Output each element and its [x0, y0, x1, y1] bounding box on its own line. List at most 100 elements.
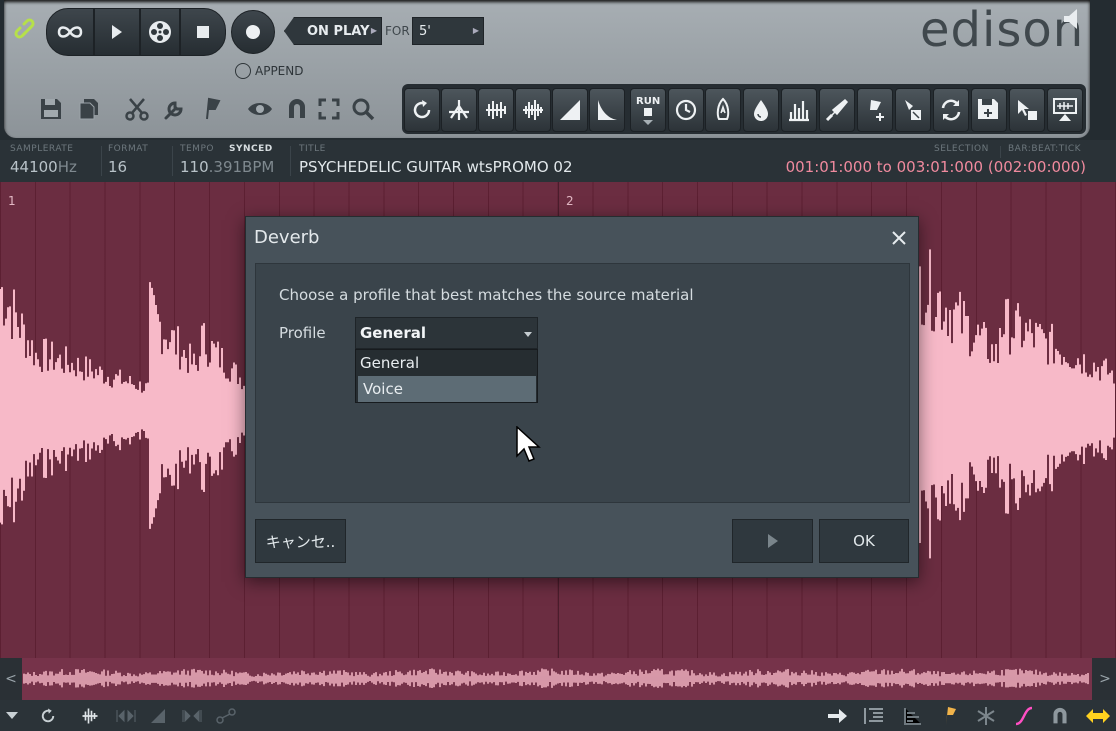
tuning-icon[interactable]	[705, 88, 741, 132]
dialog-title: Deverb	[254, 227, 320, 248]
edison-window: ON PLAY ▶ FOR 5' ▶ APPEND edison RUN SAM…	[0, 0, 1116, 731]
scissors-icon[interactable]	[122, 94, 152, 124]
toolbar: ON PLAY ▶ FOR 5' ▶ APPEND edison RUN	[0, 0, 1116, 140]
scroll-left-icon[interactable]: <	[0, 658, 22, 700]
zoom-selection-icon[interactable]	[180, 705, 204, 727]
bottom-bar	[0, 700, 1116, 731]
arrow-right-icon[interactable]	[826, 705, 850, 727]
list-indent-icon[interactable]	[862, 705, 886, 727]
save-add-icon[interactable]	[971, 88, 1007, 132]
zoom-icon[interactable]	[348, 94, 378, 124]
reverse-tool-icon[interactable]	[404, 88, 440, 132]
samplerate-value[interactable]: 44100Hz	[10, 158, 77, 176]
profile-label: Profile	[279, 324, 326, 342]
profile-dropdown[interactable]: General	[355, 317, 538, 349]
save-icon[interactable]	[36, 94, 66, 124]
magnet-icon[interactable]	[282, 94, 312, 124]
zoom-fit-icon[interactable]	[114, 705, 138, 727]
info-bar: SAMPLERATE 44100Hz FORMAT 16 TEMPO SYNCE…	[0, 140, 1116, 315]
resize-horizontal-icon[interactable]	[1086, 705, 1110, 727]
record-length-value: 5'	[419, 23, 431, 39]
wave-mode-icon[interactable]	[78, 705, 102, 727]
cancel-button[interactable]: キャンセ..	[255, 519, 346, 563]
link-off-icon[interactable]	[214, 705, 238, 727]
chevron-down-icon	[524, 332, 532, 337]
deverb-dialog: Deverb Choose a profile that best matche…	[245, 216, 919, 578]
preview-play-button[interactable]	[732, 519, 813, 563]
divider	[290, 146, 291, 176]
profile-option-voice[interactable]: Voice	[358, 376, 536, 402]
ramp-icon[interactable]	[146, 705, 170, 727]
tempo-value[interactable]: 110.391BPM	[180, 158, 274, 176]
chevron-right-icon: ▶	[370, 26, 377, 35]
append-label: APPEND	[255, 64, 304, 78]
divider	[1000, 146, 1001, 158]
format-value[interactable]: 16	[108, 158, 127, 176]
selection-range[interactable]: 001:01:000 to 003:01:000 (002:00:000)	[786, 158, 1086, 176]
samplerate-unit: Hz	[57, 158, 77, 176]
profile-selected-value: General	[360, 324, 426, 342]
refresh-icon[interactable]	[933, 88, 969, 132]
symmetrize-tool-icon[interactable]	[441, 88, 477, 132]
overview-wave-path	[23, 668, 1089, 688]
align-icon[interactable]	[900, 705, 924, 727]
menu-down-icon[interactable]	[0, 705, 24, 727]
record-trigger-value: ON PLAY	[307, 23, 370, 39]
stop-button[interactable]	[180, 8, 226, 56]
time-stretch-icon[interactable]	[668, 88, 704, 132]
title-value[interactable]: PSYCHEDELIC GUITAR wtsPROMO 02	[299, 158, 573, 176]
film-reel-icon[interactable]	[140, 8, 180, 56]
send-to-channel-icon[interactable]	[1047, 88, 1083, 132]
marker-tool-icon[interactable]	[895, 88, 931, 132]
svg-text:RUN: RUN	[636, 96, 660, 107]
equalize-icon[interactable]	[781, 88, 817, 132]
run-script-icon[interactable]: RUN	[630, 88, 666, 132]
tempo-synced-badge: SYNCED	[229, 144, 273, 154]
divider	[101, 146, 102, 176]
eye-icon[interactable]	[245, 94, 275, 124]
overview-scrollbar[interactable]: < >	[0, 658, 1116, 700]
link-icon[interactable]	[14, 18, 40, 48]
record-trigger-select[interactable]: ON PLAY ▶	[284, 17, 382, 45]
bar-beat-tick-label: BAR:BEAT:TICK	[1008, 144, 1082, 154]
tempo-frac: .391BPM	[208, 158, 275, 176]
divider	[172, 146, 173, 176]
dialog-body: Choose a profile that best matches the s…	[255, 263, 910, 503]
close-icon[interactable]	[890, 229, 908, 247]
fade-out-tool-icon[interactable]	[589, 88, 625, 132]
for-label: FOR	[385, 24, 410, 38]
marker-flag-icon[interactable]	[196, 94, 226, 124]
curve-icon[interactable]	[1012, 705, 1036, 727]
overview-waveform[interactable]	[22, 658, 1092, 700]
add-marker-icon[interactable]	[857, 88, 893, 132]
amplify-tool-icon[interactable]	[515, 88, 551, 132]
append-radio[interactable]	[235, 63, 251, 79]
speaker-icon[interactable]	[1064, 8, 1080, 34]
drag-copy-icon[interactable]	[1009, 88, 1045, 132]
marker-flag-icon[interactable]	[938, 705, 962, 727]
chevron-right-icon: ▶	[472, 26, 479, 35]
profile-options-list: General Voice	[355, 349, 538, 403]
loop-button[interactable]	[46, 8, 94, 56]
fade-in-tool-icon[interactable]	[552, 88, 588, 132]
brush-icon[interactable]	[819, 88, 855, 132]
tempo-int: 110	[180, 158, 209, 176]
copy-icon[interactable]	[74, 94, 104, 124]
title-label: TITLE	[299, 144, 326, 154]
play-icon	[767, 534, 778, 548]
samplerate-label: SAMPLERATE	[10, 144, 74, 154]
magnet-icon[interactable]	[1048, 705, 1072, 727]
record-length-select[interactable]: 5' ▶	[412, 17, 484, 45]
profile-option-general[interactable]: General	[356, 350, 537, 376]
wrench-icon[interactable]	[160, 94, 190, 124]
denoise-drop-icon[interactable]	[743, 88, 779, 132]
select-region-icon[interactable]	[314, 94, 344, 124]
normalize-tool-icon[interactable]	[478, 88, 514, 132]
loop-refresh-icon[interactable]	[36, 705, 60, 727]
mouse-cursor-icon	[516, 425, 542, 468]
ok-button[interactable]: OK	[819, 519, 909, 563]
freeze-icon[interactable]	[974, 705, 998, 727]
scroll-right-icon[interactable]: >	[1094, 658, 1116, 700]
play-button[interactable]	[94, 8, 140, 56]
record-button[interactable]	[231, 10, 275, 54]
